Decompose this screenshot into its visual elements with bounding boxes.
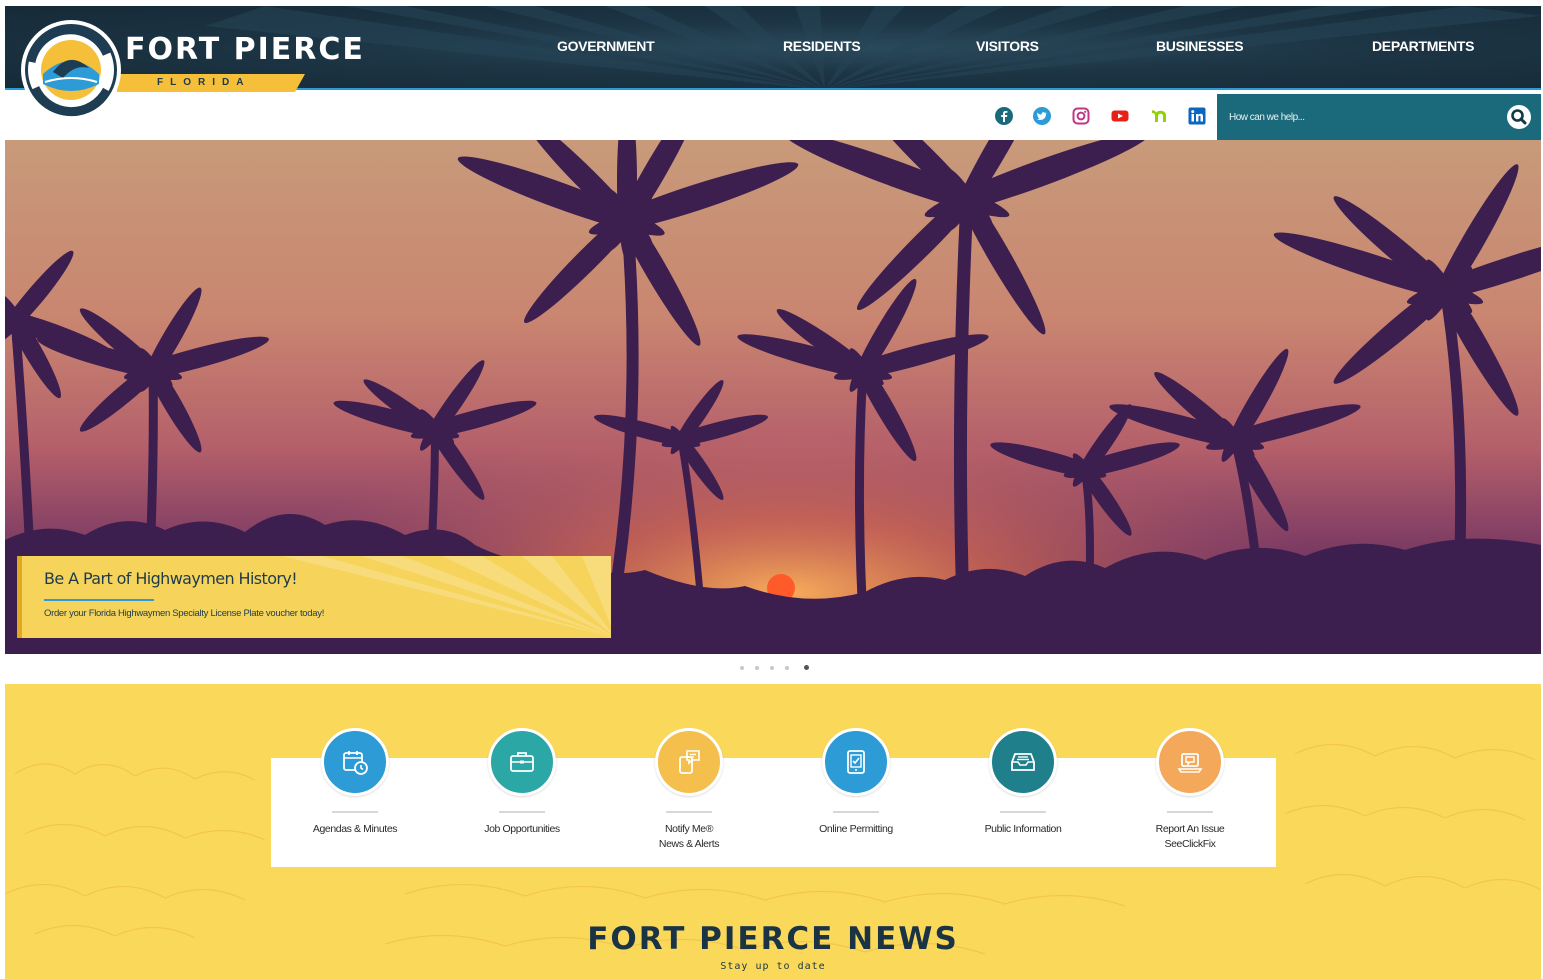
- quick-link-public-info-label[interactable]: Public Information: [948, 822, 1098, 837]
- quick-link-report-issue-rule: [1167, 811, 1213, 813]
- quick-link-notify-rule: [666, 811, 712, 813]
- nav-visitors[interactable]: VISITORS: [976, 38, 1039, 54]
- briefcase-icon: [510, 752, 534, 772]
- quick-link-report-issue-badge[interactable]: [1156, 728, 1224, 796]
- quick-link-permitting-rule: [833, 811, 879, 813]
- news-section-subtitle: Stay up to date: [720, 961, 826, 972]
- quick-link-permitting-badge[interactable]: [822, 728, 890, 796]
- slide-dot-2[interactable]: [755, 666, 759, 670]
- quick-link-permitting-label[interactable]: Online Permitting: [781, 822, 931, 837]
- quick-link-notify-label[interactable]: Notify Me® News & Alerts: [614, 822, 764, 852]
- nav-residents[interactable]: RESIDENTS: [783, 38, 861, 54]
- quick-link-agendas-text: Agendas & Minutes: [312, 823, 398, 835]
- page: GOVERNMENT RESIDENTS VISITORS BUSINESSES…: [5, 6, 1541, 979]
- quick-link-public-info-rule: [1000, 811, 1046, 813]
- quick-link-notify-text: Notify Me®: [664, 823, 714, 835]
- report-laptop-icon: [1177, 753, 1203, 773]
- quick-link-jobs-text: Job Opportunities: [484, 823, 560, 835]
- nav-government[interactable]: GOVERNMENT: [557, 38, 655, 54]
- news-section-title: FORT PIERCE NEWS: [587, 921, 959, 957]
- nav-departments[interactable]: DEPARTMENTS: [1372, 38, 1475, 54]
- hero-caption[interactable]: Be A Part of Highwaymen History! Order y…: [17, 556, 611, 638]
- search-bar: [1217, 94, 1541, 140]
- hero-caption-divider: [44, 599, 154, 601]
- slide-dot-1[interactable]: [740, 666, 744, 670]
- notify-phone-icon: [679, 750, 700, 774]
- youtube-icon[interactable]: [1111, 107, 1129, 125]
- hero-slideshow[interactable]: Be A Part of Highwaymen History! Order y…: [5, 140, 1541, 654]
- quick-link-report-issue-subtext: SeeClickFix: [1164, 838, 1216, 850]
- search-icon[interactable]: [1506, 104, 1532, 130]
- calendar-clock-icon: [343, 751, 368, 775]
- quick-link-report-issue-label[interactable]: Report An Issue SeeClickFix: [1115, 822, 1265, 852]
- quick-link-public-info-text: Public Information: [984, 823, 1062, 835]
- quick-link-permitting-text: Online Permitting: [819, 823, 893, 835]
- quick-link-agendas-badge[interactable]: [321, 728, 389, 796]
- slide-dot-3[interactable]: [770, 666, 774, 670]
- slide-dot-4[interactable]: [785, 666, 789, 670]
- nextdoor-icon[interactable]: [1150, 107, 1168, 125]
- facebook-icon[interactable]: [995, 107, 1013, 125]
- search-input[interactable]: [1229, 108, 1499, 126]
- quick-link-jobs-badge[interactable]: [488, 728, 556, 796]
- linkedin-icon[interactable]: [1188, 107, 1206, 125]
- hero-caption-text: Order your Florida Highwaymen Specialty …: [44, 608, 325, 619]
- nav-businesses[interactable]: BUSINESSES: [1156, 38, 1244, 54]
- city-seal-logo[interactable]: [19, 18, 123, 122]
- instagram-icon[interactable]: [1072, 107, 1090, 125]
- quick-link-notify-badge[interactable]: [655, 728, 723, 796]
- quick-link-agendas-rule: [332, 811, 378, 813]
- quick-link-jobs-rule: [499, 811, 545, 813]
- quick-link-jobs-label[interactable]: Job Opportunities: [447, 822, 597, 837]
- brand-state: FLORIDA: [157, 77, 251, 88]
- inbox-tray-icon: [1011, 753, 1035, 771]
- quick-link-notify-subtext: News & Alerts: [658, 838, 720, 850]
- quick-link-report-issue-text: Report An Issue: [1155, 823, 1225, 835]
- quick-link-public-info-badge[interactable]: [989, 728, 1057, 796]
- tablet-document-icon: [847, 750, 865, 774]
- hero-caption-title[interactable]: Be A Part of Highwaymen History!: [44, 569, 298, 588]
- quick-link-agendas-label[interactable]: Agendas & Minutes: [280, 822, 430, 837]
- brand-name[interactable]: FORT PIERCE: [125, 32, 365, 67]
- slide-dot-5[interactable]: [804, 665, 809, 670]
- twitter-icon[interactable]: [1033, 107, 1051, 125]
